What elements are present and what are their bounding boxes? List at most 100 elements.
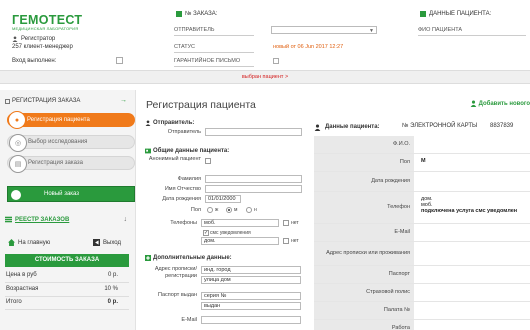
step-3-icon: ▤	[9, 155, 27, 173]
birth-label: Дата рождения	[162, 196, 201, 202]
sender-field[interactable]	[205, 128, 302, 136]
address-city-field[interactable]: инд. город	[201, 266, 301, 274]
sms-label: смс уведомления	[210, 230, 251, 236]
logo-subtitle: МЕДИЦИНСКАЯ ЛАБОРАТОРИЯ	[12, 26, 79, 31]
card-number-value: 8837839	[490, 123, 514, 129]
warranty-label: ГАРАНТИЙНОЕ ПИСЬМО	[174, 58, 241, 64]
passport-issued-field[interactable]: выдан	[201, 302, 301, 310]
sidebar-item-order-registration[interactable]: ▤ Регистрация заказа	[7, 155, 135, 173]
birth-date-field[interactable]: 01/01/2000	[205, 195, 241, 203]
patient-chosen-link[interactable]: выбран пациент >	[0, 70, 530, 84]
new-order-button[interactable]: Новый заказ	[7, 186, 135, 202]
exit-label: Выход	[103, 239, 121, 246]
status-label: СТАТУС	[174, 44, 196, 50]
passport-series-field[interactable]: серия №	[201, 292, 301, 300]
patient-data-row-label: Работа	[314, 320, 414, 330]
user-role-label: Регистратор	[21, 36, 56, 42]
patient-data-row: Ф.И.О.	[314, 136, 530, 154]
arrow-down-icon[interactable]: ↓	[124, 216, 128, 223]
step-2-icon: ◎	[9, 134, 27, 152]
sender-icon	[145, 120, 151, 126]
phone-value-line: подключена услуга смс уведомлен	[421, 208, 518, 214]
sender-header-label: ОТПРАВИТЕЛЬ	[174, 27, 215, 33]
no-home-checkbox[interactable]	[283, 238, 289, 244]
user-subtitle: 257 клиент-менеджер	[12, 44, 73, 50]
order-section-icon	[176, 11, 182, 17]
surname-label: Фамилия	[177, 176, 201, 182]
add-new-patient-link[interactable]: Добавить нового	[470, 100, 530, 107]
home-icon	[8, 239, 15, 246]
status-value: новый от 06 Jun 2017 12:27	[273, 44, 344, 50]
person-icon	[314, 124, 321, 131]
general-section-title: Общие данные пациента:	[145, 148, 229, 154]
patient-data-row: Паспорт	[314, 266, 530, 284]
patient-data-row-label: Дата рождения	[314, 172, 414, 191]
address-street-field[interactable]: улица дом	[201, 276, 301, 284]
sex-radio-n[interactable]	[246, 207, 252, 213]
email-label: E-Mail	[181, 317, 197, 323]
summary-age-value: 10 %	[104, 286, 118, 292]
login-checkbox[interactable]	[116, 57, 123, 64]
sidebar-item-patient-registration[interactable]: ● Регистрация пациента	[7, 111, 135, 129]
summary-price-label: Цена в руб	[6, 272, 37, 278]
anon-checkbox[interactable]	[205, 158, 211, 164]
warranty-checkbox[interactable]	[273, 58, 279, 64]
add-person-icon	[470, 100, 476, 107]
passport-series-prefix: серия №	[204, 293, 227, 299]
sidebar-title: РЕГИСТРАЦИЯ ЗАКАЗА →	[5, 96, 127, 106]
patient-data-row: Пол М	[314, 154, 530, 172]
order-section-label: № ЗАКАЗА:	[185, 11, 218, 17]
phone-home-field[interactable]: дом.	[201, 237, 279, 245]
patient-data-row: Работа	[314, 320, 530, 330]
nav-row: На главную Выход	[0, 239, 136, 249]
name-field[interactable]	[205, 185, 302, 193]
patient-data-row: Адрес прописки или проживания	[314, 242, 530, 266]
sex-label: Пол	[190, 207, 201, 213]
summary-total-value: 0 р.	[107, 299, 118, 305]
home-label: На главную	[18, 239, 51, 246]
order-section-title: № ЗАКАЗА:	[176, 11, 217, 17]
collapse-arrow-icon[interactable]: →	[120, 97, 127, 104]
new-order-label: Новый заказ	[44, 191, 80, 197]
sender-section-label: Отправитель:	[153, 120, 195, 126]
sender-section-title: Отправитель:	[145, 120, 194, 126]
home-link[interactable]: На главную	[8, 239, 50, 246]
patient-data-row-label: Ф.И.О.	[314, 136, 414, 153]
sender-select[interactable]: ▼	[271, 26, 377, 34]
registry-label: РЕЕСТР ЗАКАЗОВ	[15, 216, 70, 223]
extra-section-label: Дополнительные данные:	[153, 255, 232, 261]
patient-data-row: Дата рождения	[314, 172, 530, 192]
sex-option-f: ж	[215, 207, 219, 213]
sex-radio-f[interactable]	[207, 207, 213, 213]
warranty-underline	[174, 66, 254, 67]
add-data-icon	[145, 255, 151, 261]
registry-link[interactable]: РЕЕСТР ЗАКАЗОВ ↓	[5, 216, 127, 223]
patient-data-header: Данные пациента: № ЭЛЕКТРОННОЙ КАРТЫ 883…	[314, 120, 530, 134]
summary-divider	[5, 282, 129, 283]
sidebar-item-label: Выбор исследования	[28, 139, 88, 145]
logo[interactable]: ГЕМОТЕСТ	[12, 13, 82, 27]
address-city-prefix: инд. город	[204, 267, 231, 273]
order-cost-button[interactable]: СТОИМОСТЬ ЗАКАЗА	[5, 254, 129, 267]
page-title: Регистрация пациента	[146, 99, 256, 111]
phone-mob-field[interactable]: моб.	[201, 219, 279, 227]
new-order-icon	[11, 190, 21, 200]
header: ГЕМОТЕСТ МЕДИЦИНСКАЯ ЛАБОРАТОРИЯ Регистр…	[0, 0, 530, 70]
summary-divider	[5, 296, 129, 297]
exit-link[interactable]: Выход	[93, 239, 121, 246]
summary-age-row: Возрастная 10 %	[6, 286, 122, 292]
summary-divider	[5, 309, 129, 310]
sms-checkbox[interactable]: ✓	[203, 230, 209, 236]
patient-data-panel: Данные пациента: № ЭЛЕКТРОННОЙ КАРТЫ 883…	[314, 120, 530, 330]
patient-data-row-label: Пол	[314, 154, 414, 171]
sex-radio-m[interactable]	[226, 207, 232, 213]
email-field[interactable]	[201, 316, 301, 324]
no-mobile-checkbox[interactable]	[283, 220, 289, 226]
person-icon	[12, 36, 18, 42]
patient-data-row: Палата №	[314, 302, 530, 320]
sidebar-title-label: РЕГИСТРАЦИЯ ЗАКАЗА	[12, 98, 81, 104]
main-content: Регистрация пациента Добавить нового Отп…	[138, 90, 530, 330]
sidebar-item-research-choice[interactable]: ◎ Выбор исследования	[7, 134, 135, 152]
chevron-down-icon: ▼	[369, 28, 374, 34]
surname-field[interactable]	[205, 175, 302, 183]
